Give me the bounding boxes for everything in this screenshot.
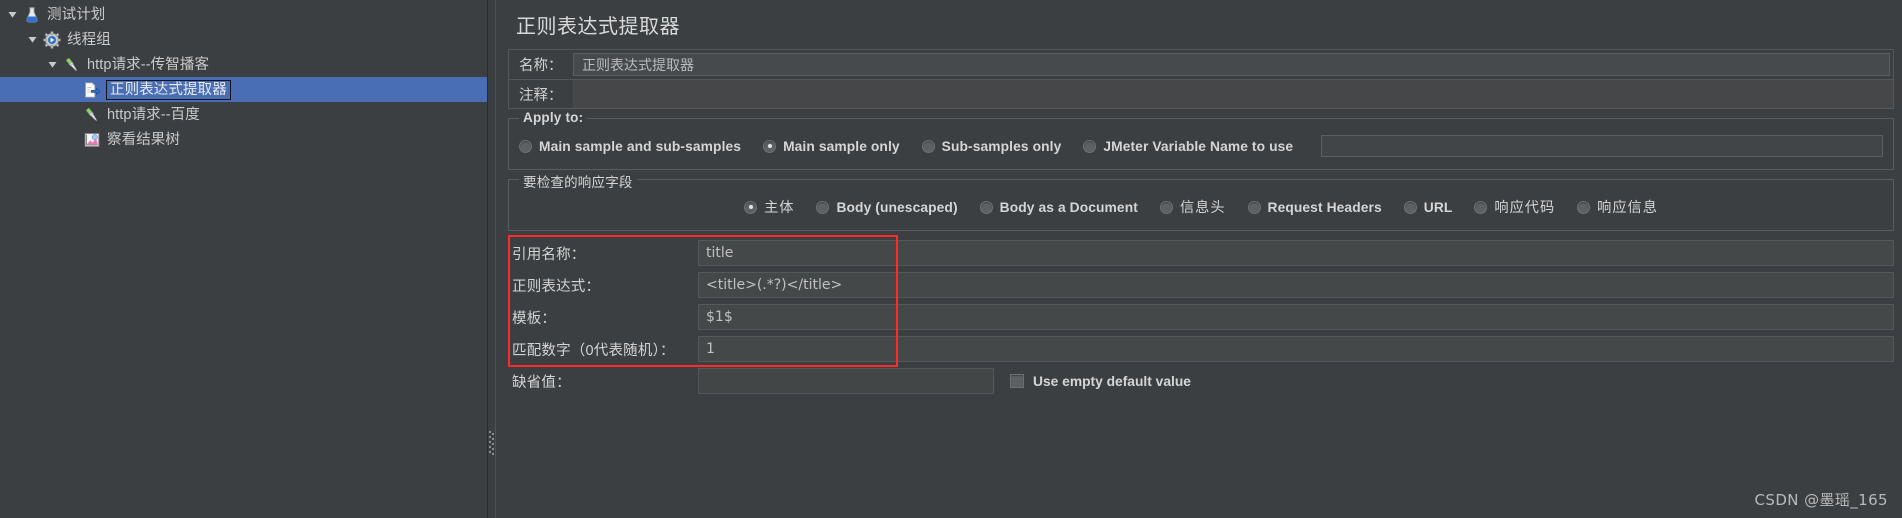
radio-dot-icon[interactable] [1403,200,1417,214]
radio-dot-icon[interactable] [1083,139,1097,153]
apply-to-radio-list[interactable]: Main sample and sub-samples Main sample o… [509,133,1893,159]
param-row-0: 引用名称： title [508,237,1894,269]
name-label: 名称： [519,58,563,74]
tree-item-label: 察看结果树 [107,131,180,148]
name-input[interactable]: 正则表达式提取器 [573,53,1890,76]
param-input[interactable]: 1 [698,336,1894,362]
apply-to-legend: Apply to: [519,110,588,125]
name-row: 名称： 正则表达式提取器 [508,49,1894,79]
apply-to-radio-label: Sub-samples only [941,138,1062,154]
apply-to-radio-label: Main sample and sub-samples [539,138,742,154]
splitter-grip-icon [489,431,494,455]
tree-item-5[interactable]: 察看结果树 [0,127,487,152]
param-input[interactable]: title [698,240,1894,266]
comment-input[interactable] [573,80,1893,108]
param-input[interactable]: <title>(.*?)</title> [698,272,1894,298]
tree-item-1[interactable]: 线程组 [0,27,487,52]
radio-dot-icon[interactable] [979,200,993,214]
radio-dot-icon[interactable] [1577,200,1591,214]
response-field-radio-label: 信息头 [1179,200,1226,216]
jmeter-window: 测试计划 线程组 http请求--传智播客 正则表达式提取器 http请求--百度 察看结… [0,0,1902,518]
extractor-parameters: 引用名称： title 正则表达式： <title>(.*?)</title> 模板： $… [508,235,1894,397]
default-value-row: 缺省值： Use empty default value [508,365,1894,397]
test-plan-tree[interactable]: 测试计划线程组 http请求--传智播客正则表达式提取器 http请求--百度 察看结… [0,0,487,518]
apply-to-group: Apply to: Main sample and sub-samples Mai… [508,110,1894,170]
response-field-radio-1[interactable]: Body (unescaped) [816,199,958,215]
tree-item-label: 测试计划 [47,6,106,23]
regex-extractor-panel: 正则表达式提取器 名称： 正则表达式提取器 注释： Apply to: Main… [496,0,1902,518]
response-field-radio-3[interactable]: 信息头 [1159,197,1226,217]
watermark: CSDN @墨瑶_165 [1754,491,1888,509]
radio-dot-icon[interactable] [816,200,830,214]
default-value-input[interactable] [698,368,994,394]
radio-dot-icon[interactable] [921,139,935,153]
param-row-1: 正则表达式： <title>(.*?)</title> [508,269,1894,301]
http-sampler-icon [61,55,83,75]
radio-dot-icon[interactable] [744,200,758,214]
response-field-radio-2[interactable]: Body as a Document [979,199,1138,215]
view-results-tree-icon [81,130,103,150]
apply-to-radio-3[interactable]: JMeter Variable Name to use [1083,139,1293,154]
response-field-radio-label: Body (unescaped) [836,199,958,215]
jmeter-variable-name-input[interactable] [1321,135,1883,157]
tree-item-3[interactable]: 正则表达式提取器 [0,77,487,102]
param-label: 模板： [512,310,557,327]
panel-splitter[interactable] [487,0,496,518]
apply-to-radio-label: Main sample only [783,138,900,154]
page-title: 正则表达式提取器 [516,16,680,38]
thread-group-icon [41,30,63,50]
radio-dot-icon[interactable] [1474,200,1488,214]
response-field-radio-label: 主体 [764,200,795,216]
param-label: 匹配数字（0代表随机）： [512,342,675,359]
response-field-radio-0[interactable]: 主体 [744,197,794,217]
post-processor-icon [81,80,103,100]
comment-row: 注释： [508,79,1894,109]
param-row-2: 模板： $1$ [508,301,1894,333]
tree-item-label: 线程组 [67,31,111,48]
response-field-radio-list[interactable]: 主体 Body (unescaped) Body as a Document 信息头 R… [509,194,1893,220]
response-field-legend: 要检查的响应字段 [519,171,637,191]
response-field-radio-6[interactable]: 响应代码 [1474,197,1555,217]
response-field-radio-label: 响应信息 [1597,200,1658,216]
use-empty-default-value-checkbox[interactable]: Use empty default value [1010,365,1191,397]
chevron-down-icon[interactable] [4,9,21,20]
response-field-radio-4[interactable]: Request Headers [1247,199,1382,215]
param-row-3: 匹配数字（0代表随机）： 1 [508,333,1894,365]
response-field-radio-7[interactable]: 响应信息 [1577,197,1658,217]
response-field-radio-label: Body as a Document [999,199,1138,215]
response-field-radio-5[interactable]: URL [1403,199,1453,215]
http-sampler-icon [81,105,103,125]
apply-to-radio-label: JMeter Variable Name to use [1103,138,1294,154]
tree-item-4[interactable]: http请求--百度 [0,102,487,127]
radio-dot-icon[interactable] [763,139,777,153]
response-field-radio-label: URL [1423,199,1453,215]
response-field-radio-label: 响应代码 [1494,200,1556,216]
tree-item-label: 正则表达式提取器 [106,79,231,100]
tree-item-label: http请求--百度 [107,106,200,123]
tree-item-label: http请求--传智播客 [87,56,210,73]
radio-dot-icon[interactable] [1159,200,1173,214]
radio-dot-icon[interactable] [1247,200,1261,214]
radio-dot-icon[interactable] [519,139,532,153]
tree-item-2[interactable]: http请求--传智播客 [0,52,487,77]
comment-label: 注释： [519,87,563,104]
apply-to-radio-1[interactable]: Main sample only [763,139,900,154]
apply-to-radio-0[interactable]: Main sample and sub-samples [519,139,741,154]
param-input[interactable]: $1$ [698,304,1894,330]
chevron-down-icon[interactable] [24,34,41,45]
response-field-radio-label: Request Headers [1267,199,1382,215]
response-field-group: 要检查的响应字段 主体 Body (unescaped) Body as a Doc… [508,171,1894,231]
apply-to-radio-2[interactable]: Sub-samples only [921,138,1062,154]
chevron-down-icon[interactable] [44,59,61,70]
checkbox-box-icon[interactable] [1010,374,1024,388]
param-label: 引用名称： [512,246,586,263]
use-empty-default-value-label: Use empty default value [1033,373,1191,389]
default-value-label: 缺省值： [512,374,571,391]
param-label: 正则表达式： [512,278,601,295]
test-plan-icon [21,5,43,25]
tree-item-0[interactable]: 测试计划 [0,2,487,27]
